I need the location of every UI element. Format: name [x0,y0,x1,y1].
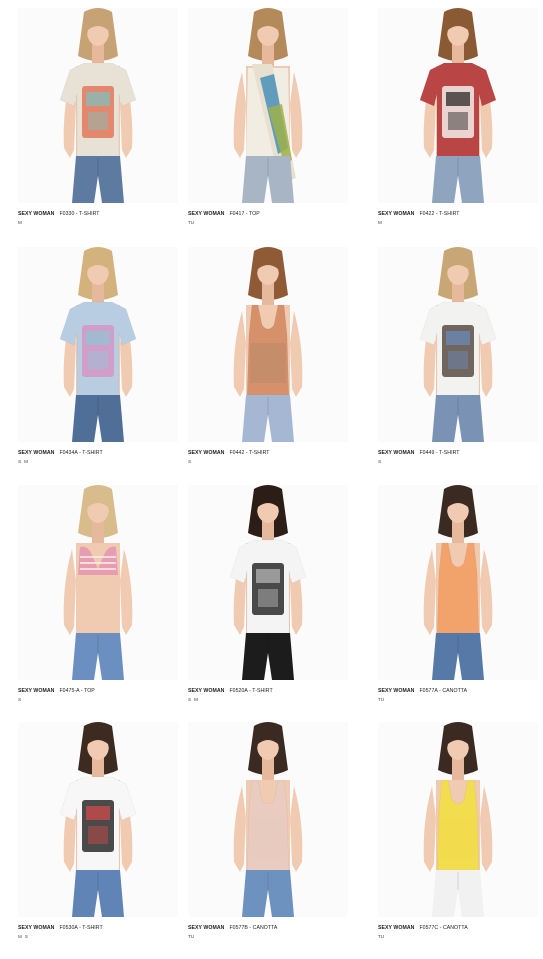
size-option[interactable]: M [194,697,198,702]
product-image[interactable] [378,8,538,203]
product-code: F0422 - T-SHIRT [419,211,460,217]
product-brand: SEXY WOMAN [18,450,55,456]
product-meta: SEXY WOMAN F0442 - T-SHIRT S [188,450,348,466]
product-sizes: SM [188,695,348,704]
product-title[interactable]: SEXY WOMAN F0422 - T-SHIRT [378,211,538,218]
product-brand: SEXY WOMAN [378,450,415,456]
product-meta: SEXY WOMAN F0449 - T-SHIRT S [378,450,538,466]
product-image[interactable] [188,485,348,680]
size-option[interactable]: M [24,459,28,464]
product-code: F0577C - CANOTTA [419,925,468,931]
product-brand: SEXY WOMAN [18,688,55,694]
product-code: F0417 - TOP [229,211,260,217]
product-code: F0577A - CANOTTA [419,688,468,694]
product-meta: SEXY WOMAN F0577A - CANOTTA TU [378,688,538,704]
product-code: F0449 - T-SHIRT [419,450,460,456]
product-sizes: TU [188,218,348,227]
product-image[interactable] [18,485,178,680]
product-title[interactable]: SEXY WOMAN F0577A - CANOTTA [378,688,538,695]
product-title[interactable]: SEXY WOMAN F0577B - CANOTTA [188,925,348,932]
product-sizes: M [378,218,538,227]
product-code: F0475-A - TOP [59,688,95,694]
product-image[interactable] [188,722,348,917]
size-option[interactable]: M [378,220,382,225]
product-title[interactable]: SEXY WOMAN F0520A - T-SHIRT [188,688,348,695]
product-sizes: S [378,457,538,466]
product-card[interactable]: SEXY WOMAN F0577B - CANOTTA TU [188,722,348,959]
product-card[interactable]: SEXY WOMAN F0530A - T-SHIRT M S [18,722,178,959]
product-card[interactable]: SEXY WOMAN F0577A - CANOTTA TU [378,485,538,722]
product-card[interactable]: SEXY WOMAN F0330 - T-SHIRT M [18,8,178,245]
product-meta: SEXY WOMAN F0422 - T-SHIRT M [378,211,538,227]
product-code: F0434A - T-SHIRT [59,450,103,456]
product-brand: SEXY WOMAN [188,211,225,217]
product-sizes: M [18,218,178,227]
product-card[interactable]: SEXY WOMAN F0434A - T-SHIRT S M [18,247,178,484]
size-option[interactable]: S [378,459,381,464]
product-image[interactable] [378,485,538,680]
product-code: F0330 - T-SHIRT [59,211,100,217]
product-sizes: TU [188,932,348,941]
product-title[interactable]: SEXY WOMAN F0530A - T-SHIRT [18,925,178,932]
product-card[interactable]: SEXY WOMAN F0577C - CANOTTA TU [378,722,538,959]
size-option[interactable]: S [25,934,28,939]
product-meta: SEXY WOMAN F0530A - T-SHIRT M S [18,925,178,941]
product-brand: SEXY WOMAN [378,688,415,694]
product-sizes: SM [18,457,178,466]
product-sizes: S [188,457,348,466]
product-title[interactable]: SEXY WOMAN F0434A - T-SHIRT [18,450,178,457]
size-option[interactable]: TU [188,220,194,225]
product-image[interactable] [188,247,348,442]
product-image[interactable] [378,247,538,442]
size-option[interactable]: TU [378,697,384,702]
product-code: F0520A - T-SHIRT [229,688,273,694]
size-option[interactable]: M [18,934,22,939]
product-image[interactable] [18,722,178,917]
size-option[interactable]: S [18,459,21,464]
product-brand: SEXY WOMAN [188,925,225,931]
product-brand: SEXY WOMAN [378,211,415,217]
product-title[interactable]: SEXY WOMAN F0475-A - TOP [18,688,178,695]
size-option[interactable]: S [188,459,191,464]
product-meta: SEXY WOMAN F0520A - T-SHIRT S M [188,688,348,704]
size-option[interactable]: TU [188,934,194,939]
product-brand: SEXY WOMAN [188,450,225,456]
product-meta: SEXY WOMAN F0417 - TOP TU [188,211,348,227]
product-image[interactable] [18,247,178,442]
product-sizes: MS [18,932,178,941]
product-meta: SEXY WOMAN F0330 - T-SHIRT M [18,211,178,227]
product-meta: SEXY WOMAN F0475-A - TOP S [18,688,178,704]
product-meta: SEXY WOMAN F0577C - CANOTTA TU [378,925,538,941]
product-title[interactable]: SEXY WOMAN F0330 - T-SHIRT [18,211,178,218]
size-option[interactable]: M [18,220,22,225]
product-code: F0442 - T-SHIRT [229,450,270,456]
product-sizes: S [18,695,178,704]
product-sizes: TU [378,932,538,941]
product-card[interactable]: SEXY WOMAN F0422 - T-SHIRT M [378,8,538,245]
product-code: F0530A - T-SHIRT [59,925,103,931]
product-sizes: TU [378,695,538,704]
product-card[interactable]: SEXY WOMAN F0520A - T-SHIRT S M [188,485,348,722]
size-option[interactable]: S [188,697,191,702]
product-card[interactable]: SEXY WOMAN F0449 - T-SHIRT S [378,247,538,484]
product-image[interactable] [378,722,538,917]
product-image[interactable] [18,8,178,203]
product-code: F0577B - CANOTTA [229,925,278,931]
size-option[interactable]: TU [378,934,384,939]
product-title[interactable]: SEXY WOMAN F0442 - T-SHIRT [188,450,348,457]
product-card[interactable]: SEXY WOMAN F0475-A - TOP S [18,485,178,722]
size-option[interactable]: S [18,697,21,702]
product-meta: SEXY WOMAN F0577B - CANOTTA TU [188,925,348,941]
product-brand: SEXY WOMAN [188,688,225,694]
product-image[interactable] [188,8,348,203]
product-brand: SEXY WOMAN [18,211,55,217]
product-card[interactable]: SEXY WOMAN F0442 - T-SHIRT S [188,247,348,484]
product-title[interactable]: SEXY WOMAN F0417 - TOP [188,211,348,218]
product-meta: SEXY WOMAN F0434A - T-SHIRT S M [18,450,178,466]
product-brand: SEXY WOMAN [378,925,415,931]
product-title[interactable]: SEXY WOMAN F0449 - T-SHIRT [378,450,538,457]
product-title[interactable]: SEXY WOMAN F0577C - CANOTTA [378,925,538,932]
product-card[interactable]: SEXY WOMAN F0417 - TOP TU [188,8,348,245]
product-brand: SEXY WOMAN [18,925,55,931]
